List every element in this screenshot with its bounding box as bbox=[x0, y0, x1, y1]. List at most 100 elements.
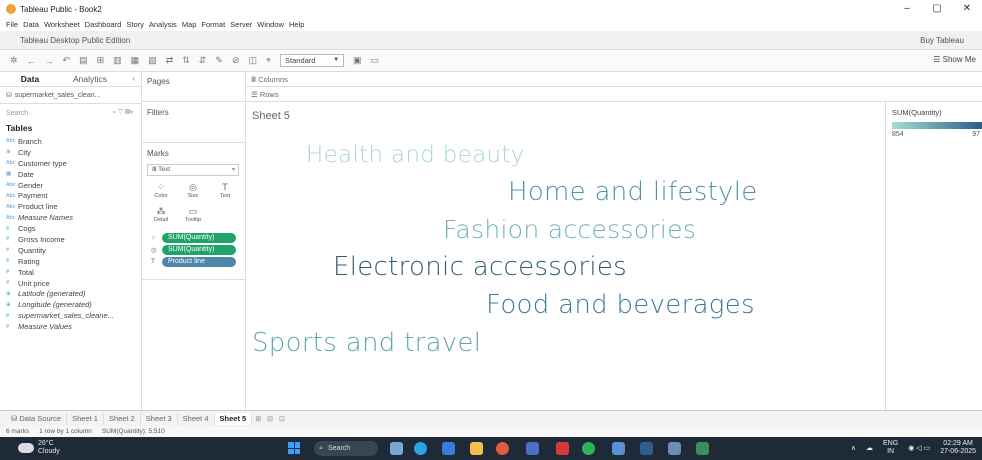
tab-sheet-5[interactable]: Sheet 5 bbox=[214, 412, 253, 425]
search-tools[interactable]: ⌕ ▽ ▥▾ bbox=[113, 109, 133, 117]
search-input[interactable]: Search bbox=[6, 110, 28, 117]
field-item[interactable]: ⊕ Latitude (generated) bbox=[0, 288, 141, 299]
menu-format[interactable]: Format bbox=[201, 20, 225, 29]
clock[interactable]: 02:29 AM 27-06-2025 bbox=[940, 440, 976, 456]
duplicate-sheet-icon[interactable]: ▦ bbox=[131, 55, 140, 66]
fix-axes-icon[interactable]: ⌖ bbox=[266, 55, 271, 66]
pages-card[interactable]: Pages bbox=[142, 72, 245, 102]
back-arrow-icon[interactable]: ← bbox=[27, 56, 36, 66]
labels-icon[interactable]: ◫ bbox=[248, 55, 257, 66]
pill-sum-quantity-size[interactable]: SUM(Quantity) bbox=[162, 245, 236, 255]
text-mark[interactable]: Fashion accessories bbox=[443, 215, 696, 244]
field-item[interactable]: Abc Product line bbox=[0, 201, 141, 212]
tab-sheet-1[interactable]: Sheet 1 bbox=[67, 412, 104, 425]
field-item[interactable]: # Quantity bbox=[0, 245, 141, 256]
tab-data-source[interactable]: ⛁ Data Source bbox=[6, 412, 68, 425]
size-button[interactable]: ◎ Size bbox=[180, 182, 206, 204]
app-icon[interactable] bbox=[612, 442, 625, 455]
minimize-button[interactable]: – bbox=[892, 0, 922, 18]
group-icon[interactable]: ⊘ bbox=[232, 55, 240, 66]
menu-map[interactable]: Map bbox=[182, 20, 197, 29]
text-mark[interactable]: Sports and travel bbox=[252, 328, 481, 358]
tab-data[interactable]: Data bbox=[0, 74, 60, 84]
mark-type-select[interactable]: Ⅲ Text ▾ bbox=[147, 164, 239, 176]
sort-asc-icon[interactable]: ⇅ bbox=[182, 55, 190, 66]
menu-story[interactable]: Story bbox=[126, 20, 144, 29]
field-item[interactable]: Abc Measure Names bbox=[0, 212, 141, 223]
menu-dashboard[interactable]: Dashboard bbox=[85, 20, 122, 29]
task-view-icon[interactable] bbox=[390, 442, 403, 455]
text-mark[interactable]: Electronic accessories bbox=[333, 252, 627, 282]
view-canvas[interactable]: Sheet 5 Health and beauty Home and lifest… bbox=[246, 102, 886, 410]
field-item[interactable]: # Unit price bbox=[0, 278, 141, 289]
field-item[interactable]: Abc Customer type bbox=[0, 158, 141, 169]
highlight-icon[interactable]: ✎ bbox=[215, 55, 223, 66]
tab-sheet-2[interactable]: Sheet 2 bbox=[104, 412, 141, 425]
network-volume-battery-icon[interactable]: ◉ ◁ ▭ bbox=[908, 444, 930, 452]
text-mark[interactable]: Food and beverages bbox=[486, 290, 755, 320]
new-dashboard-icon[interactable]: ⊟ bbox=[264, 415, 276, 423]
chrome-icon[interactable] bbox=[496, 442, 509, 455]
store-icon[interactable] bbox=[526, 442, 539, 455]
whatsapp-icon[interactable] bbox=[582, 442, 595, 455]
forward-arrow-icon[interactable]: → bbox=[45, 56, 54, 66]
show-me-button[interactable]: ☰ Show Me bbox=[933, 55, 976, 64]
color-button[interactable]: ⁘ Color bbox=[148, 182, 174, 204]
clear-sheet-icon[interactable]: ▧ bbox=[148, 55, 157, 66]
copilot-icon[interactable] bbox=[442, 442, 455, 455]
swap-icon[interactable]: ⇄ bbox=[166, 55, 174, 66]
filters-card[interactable]: Filters bbox=[142, 103, 245, 143]
show-cards-icon[interactable]: ▣ bbox=[353, 55, 362, 66]
tableau-taskbar-icon[interactable] bbox=[640, 442, 653, 455]
view-size-select[interactable]: Standard ▼ bbox=[280, 54, 345, 67]
field-item[interactable]: ▦ Date bbox=[0, 169, 141, 180]
menu-analysis[interactable]: Analysis bbox=[149, 20, 177, 29]
tableau-public-taskbar-icon[interactable] bbox=[668, 442, 681, 455]
tab-sheet-3[interactable]: Sheet 3 bbox=[141, 412, 178, 425]
new-story-icon[interactable]: ⊡ bbox=[276, 415, 288, 423]
tableau-logo-icon[interactable]: ✲ bbox=[10, 55, 18, 66]
buy-tableau-link[interactable]: Buy Tableau bbox=[920, 36, 964, 45]
excel-icon[interactable] bbox=[696, 442, 709, 455]
menu-worksheet[interactable]: Worksheet bbox=[44, 20, 80, 29]
tooltip-button[interactable]: ▭ Tooltip bbox=[180, 206, 206, 228]
field-item[interactable]: Abc Gender bbox=[0, 180, 141, 191]
field-search[interactable]: Search ⌕ ▽ ▥▾ bbox=[0, 106, 141, 121]
chevron-up-icon[interactable]: ∧ bbox=[851, 444, 856, 452]
text-mark[interactable]: Home and lifestyle bbox=[508, 177, 758, 207]
menu-server[interactable]: Server bbox=[230, 20, 252, 29]
pill-sum-quantity-color[interactable]: SUM(Quantity) bbox=[162, 233, 236, 243]
field-item[interactable]: Abc Payment bbox=[0, 190, 141, 201]
save-icon[interactable]: ▤ bbox=[79, 55, 88, 66]
weather-widget[interactable]: 26°C Cloudy bbox=[18, 440, 60, 456]
detail-button[interactable]: ⁂ Detail bbox=[148, 206, 174, 228]
presentation-icon[interactable]: ▭ bbox=[371, 55, 380, 66]
field-item[interactable]: ⊕ Longitude (generated) bbox=[0, 299, 141, 310]
sort-desc-icon[interactable]: ⇵ bbox=[199, 55, 207, 66]
tab-analytics[interactable]: Analytics bbox=[60, 74, 120, 84]
edge-browser-icon[interactable] bbox=[414, 442, 427, 455]
windows-start-icon[interactable] bbox=[288, 442, 300, 454]
new-worksheet-icon[interactable]: ⊞ bbox=[252, 415, 264, 423]
menu-help[interactable]: Help bbox=[289, 20, 304, 29]
new-datasource-icon[interactable]: ⊞ bbox=[97, 55, 105, 66]
rows-shelf[interactable]: ☰ Rows bbox=[246, 87, 982, 102]
filter-icon[interactable]: ▽ bbox=[118, 109, 123, 116]
menu-file[interactable]: File bbox=[6, 20, 18, 29]
field-item[interactable]: # Measure Values bbox=[0, 321, 141, 332]
field-item[interactable]: Abc Branch bbox=[0, 136, 141, 147]
field-item[interactable]: # Cogs bbox=[0, 223, 141, 234]
maximize-button[interactable]: ▢ bbox=[922, 0, 952, 18]
field-item[interactable]: # Gross Income bbox=[0, 234, 141, 245]
new-worksheet-icon[interactable]: ▥ bbox=[113, 55, 122, 66]
datasource-item[interactable]: ⛁ supermarket_sales_clean... bbox=[0, 87, 141, 104]
tab-sheet-4[interactable]: Sheet 4 bbox=[178, 412, 215, 425]
text-mark[interactable]: Health and beauty bbox=[306, 142, 525, 168]
search-icon[interactable]: ⌕ bbox=[113, 109, 117, 116]
field-item[interactable]: # Total bbox=[0, 267, 141, 278]
cloud-tray-icon[interactable]: ☁ bbox=[866, 444, 873, 452]
collapse-icon[interactable]: ‹ bbox=[132, 74, 135, 83]
field-item[interactable]: ⊕ City bbox=[0, 147, 141, 158]
youtube-icon[interactable] bbox=[556, 442, 569, 455]
file-explorer-icon[interactable] bbox=[470, 442, 483, 455]
